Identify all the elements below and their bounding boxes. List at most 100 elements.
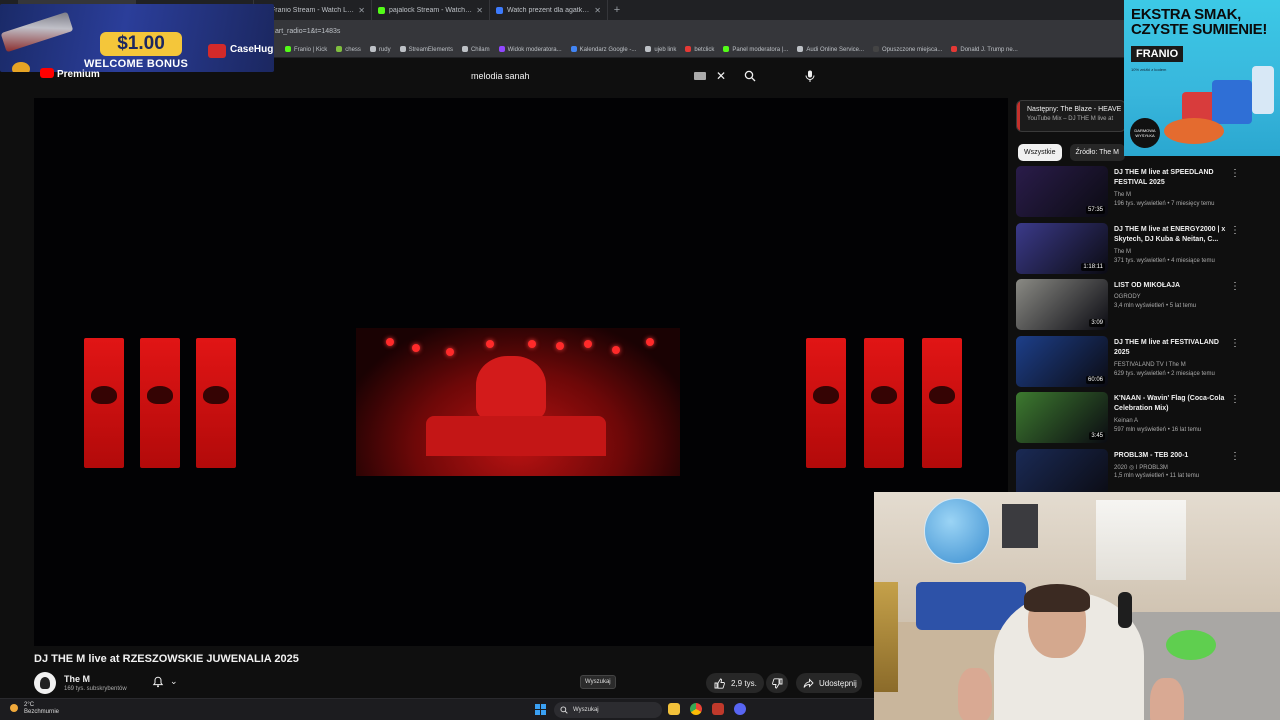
tab-favicon-icon <box>378 6 385 14</box>
brand-label: CaseHug <box>230 44 274 55</box>
ad-badge: DARMOWA WYSYŁKA <box>1130 118 1160 148</box>
youtube-logo[interactable]: Premium <box>40 68 100 80</box>
recommendation-title[interactable]: PROBL3M - TEB 200-1 <box>1114 451 1232 461</box>
video-thumbnail[interactable] <box>1016 448 1108 492</box>
filter-chip[interactable]: Źródło: The M <box>1069 144 1125 161</box>
coin-graphic <box>12 62 30 72</box>
channel-name[interactable]: The M <box>64 674 127 684</box>
channel-avatar[interactable] <box>34 672 56 694</box>
bookmark-item[interactable]: Chilam <box>461 46 490 53</box>
recommendation-channel[interactable]: The M <box>1114 192 1131 198</box>
recommendation-channel[interactable]: FESTIVALAND TV I The M <box>1114 362 1186 368</box>
browser-tab[interactable]: pajalock Stream - Watch Live o✕ <box>372 0 490 20</box>
share-button[interactable]: Udostępnij <box>796 673 862 693</box>
recommendation-channel[interactable]: The M <box>1114 249 1131 255</box>
bookmark-item[interactable]: Opuszczone miejsca... <box>873 46 942 53</box>
thumbs-down-icon <box>771 677 782 688</box>
bookmark-item[interactable]: Donald J. Trump ne... <box>951 46 1018 53</box>
recommendation-title[interactable]: DJ THE M live at ENERGY2000 | x Skytech,… <box>1114 225 1232 245</box>
bookmark-icon <box>723 46 730 52</box>
bookmark-item[interactable]: rudy <box>369 46 391 53</box>
close-tab-icon[interactable]: ✕ <box>594 6 601 15</box>
bookmark-item[interactable]: betclick <box>685 46 714 53</box>
more-options-icon[interactable]: ⋮ <box>1230 281 1240 292</box>
red-screen-right <box>806 338 962 468</box>
bookmark-item[interactable]: StreamElements <box>399 46 453 53</box>
discord-icon[interactable] <box>734 703 746 715</box>
bookmark-item[interactable]: ujeb link <box>645 46 676 53</box>
bookmark-item[interactable]: Panel moderatora |... <box>723 46 788 53</box>
balloon-graphic <box>924 498 990 564</box>
recommendation-item[interactable]: 3:09 LIST OD MIKOŁAJA OGRODY 3,4 mln wyświe… <box>1016 279 1248 336</box>
bookmark-item[interactable]: chess <box>336 46 361 53</box>
more-options-icon[interactable]: ⋮ <box>1230 394 1240 405</box>
recommendation-title[interactable]: LIST OD MIKOŁAJA <box>1114 281 1232 291</box>
browser-tab[interactable]: Watch prezent dla agatki, darls ✕ <box>490 0 608 20</box>
bookmark-item[interactable]: Audi Online Service... <box>797 46 864 53</box>
recommendation-meta: 371 tys. wyświetleń • 4 miesiące temu <box>1114 257 1215 264</box>
like-button[interactable]: 2,9 tys. <box>706 673 764 693</box>
video-thumbnail[interactable]: 3:45 <box>1016 392 1108 443</box>
search-button[interactable] <box>738 64 762 88</box>
ad-brand: FRANIO <box>1131 46 1184 62</box>
video-thumbnail[interactable]: 3:09 <box>1016 279 1108 330</box>
recommendation-item[interactable]: 1:18:11 DJ THE M live at ENERGY2000 | x S… <box>1016 222 1248 280</box>
bookmark-item[interactable]: Franio | Kick <box>285 46 327 53</box>
ad-headline: EKSTRA SMAK, CZYSTE SUMIENIE! <box>1131 6 1268 38</box>
recommendation-title[interactable]: DJ THE M live at FESTIVALAND 2025 <box>1114 338 1232 358</box>
recommendation-list: 57:35 DJ THE M live at SPEEDLAND FESTIVAL… <box>1016 166 1248 492</box>
recommendation-title[interactable]: K'NAAN - Wavin' Flag (Coca-Cola Celebrat… <box>1114 394 1232 414</box>
more-options-icon[interactable]: ⋮ <box>1230 338 1240 349</box>
more-options-icon[interactable]: ⋮ <box>1230 451 1240 462</box>
video-thumbnail[interactable]: 1:18:11 <box>1016 222 1108 274</box>
bookmark-item[interactable]: Widok moderatora... <box>498 46 562 53</box>
recommendation-item[interactable]: PROBL3M - TEB 200-1 2020 ◎ I PROBL3M 1,5 m… <box>1016 448 1248 492</box>
recommendation-channel[interactable]: 2020 ◎ I PROBL3M <box>1114 464 1168 471</box>
tab-title: Watch prezent dla agatki, darls <box>507 6 590 14</box>
new-tab-button[interactable]: + <box>608 4 626 16</box>
chrome-icon[interactable] <box>690 703 702 715</box>
bookmark-label: rudy <box>378 47 391 53</box>
more-options-icon[interactable]: ⋮ <box>1230 225 1240 236</box>
bookmark-item[interactable]: Kalendarz Google -... <box>570 46 636 53</box>
weather-condition: Bezchmurnie <box>24 709 60 715</box>
tab-title: pajalock Stream - Watch Live o <box>389 6 473 14</box>
share-icon <box>803 677 814 688</box>
notification-button[interactable]: ⌄ <box>152 676 178 688</box>
recommendation-item[interactable]: 60:06 DJ THE M live at FESTIVALAND 2025 FE… <box>1016 335 1248 393</box>
close-tab-icon[interactable]: ✕ <box>476 6 483 15</box>
weather-widget[interactable]: 2°C Bezchmurnie <box>10 702 59 716</box>
bookmark-icon <box>873 46 880 52</box>
bookmark-icon <box>570 46 577 52</box>
recommendation-channel[interactable]: OGRODY <box>1114 294 1141 300</box>
recommendation-channel[interactable]: Keinan A <box>1114 418 1138 424</box>
recommendation-item[interactable]: 3:45 K'NAAN - Wavin' Flag (Coca-Cola Cele… <box>1016 392 1248 449</box>
bonus-amount: $1.00 <box>100 32 182 56</box>
app-icon[interactable] <box>712 703 724 715</box>
keyboard-icon[interactable] <box>693 72 706 80</box>
bookmark-label: Franio | Kick <box>294 47 328 53</box>
windows-start-icon[interactable] <box>535 704 546 715</box>
tab-title: Franio Stream - Watch Live on <box>271 6 354 14</box>
recommendation-title[interactable]: DJ THE M live at SPEEDLAND FESTIVAL 2025 <box>1114 168 1232 188</box>
more-options-icon[interactable]: ⋮ <box>1230 168 1240 179</box>
video-thumbnail[interactable]: 57:35 <box>1016 166 1108 217</box>
weather-temp: 2°C <box>24 702 35 708</box>
video-player[interactable] <box>34 98 1008 646</box>
filter-chip[interactable]: Wszystkie <box>1018 144 1062 161</box>
close-tab-icon[interactable]: ✕ <box>358 6 365 15</box>
bookmark-icon <box>498 46 505 52</box>
windows-taskbar: 2°C Bezchmurnie Wyszukaj <box>0 698 876 720</box>
video-thumbnail[interactable]: 60:06 <box>1016 335 1108 387</box>
bookmark-label: Audi Online Service... <box>806 47 865 53</box>
file-explorer-icon[interactable] <box>668 703 680 715</box>
dislike-button[interactable] <box>766 673 788 693</box>
next-up-panel[interactable]: Następny: The Blaze - HEAVE YouTube Mix … <box>1016 100 1126 132</box>
voice-search-button[interactable] <box>800 66 820 86</box>
recommendation-item[interactable]: 57:35 DJ THE M live at SPEEDLAND FESTIVAL… <box>1016 166 1248 223</box>
next-up-sub: YouTube Mix – DJ THE M live at <box>1027 116 1114 122</box>
taskbar-search[interactable]: Wyszukaj <box>554 702 662 718</box>
clear-search-icon[interactable]: ✕ <box>716 69 726 83</box>
search-input[interactable]: melodia sanah <box>462 71 694 81</box>
duration-badge: 3:45 <box>1089 432 1105 440</box>
